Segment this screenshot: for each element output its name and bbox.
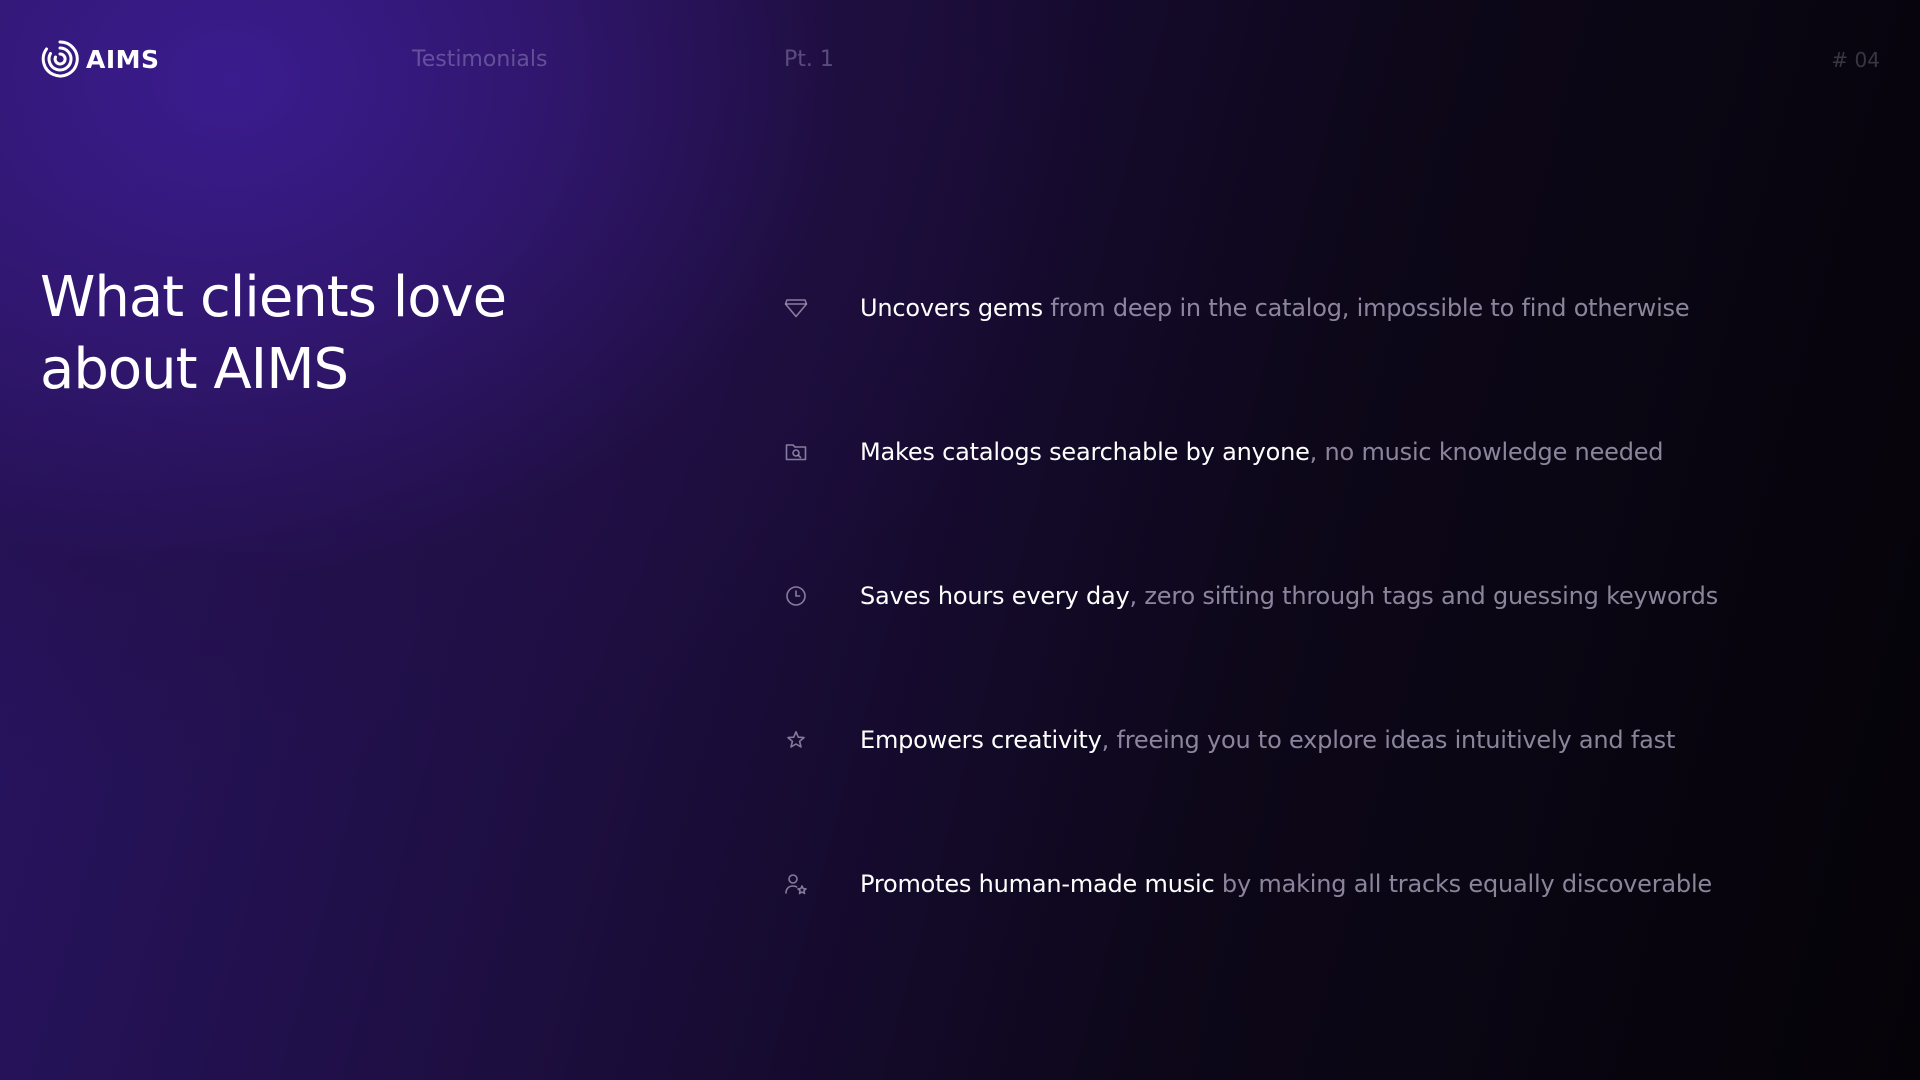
page-number: # 04 — [1831, 48, 1880, 72]
heart-icon — [784, 296, 808, 320]
feature-description: , no music knowledge needed — [1309, 438, 1664, 466]
star-icon — [784, 728, 808, 752]
brand-logo[interactable]: AIMS — [40, 39, 160, 79]
page-title-line-2: about AIMS — [40, 337, 349, 402]
user-star-icon — [784, 872, 808, 896]
section-part: Pt. 1 — [784, 47, 834, 72]
feature-description: by making all tracks equally discoverabl… — [1214, 870, 1712, 898]
folder-search-icon — [784, 440, 808, 464]
feature-item: Makes catalogs searchable by anyone, no … — [784, 426, 1884, 570]
feature-highlight: Uncovers gems — [860, 294, 1043, 322]
feature-description: from deep in the catalog, impossible to … — [1042, 294, 1690, 322]
feature-highlight: Makes catalogs searchable by anyone — [860, 438, 1310, 466]
feature-list: Uncovers gems from deep in the catalog, … — [784, 282, 1884, 1002]
feature-highlight: Promotes human-made music — [860, 870, 1215, 898]
feature-highlight: Empowers creativity — [860, 726, 1102, 754]
brand-name: AIMS — [86, 44, 160, 74]
section-title: Testimonials — [412, 47, 548, 72]
feature-item: Promotes human-made music by making all … — [784, 858, 1884, 1002]
page-title: What clients love about AIMS — [40, 262, 600, 406]
page-title-line-1: What clients love — [40, 265, 507, 330]
clock-icon — [784, 584, 808, 608]
feature-description: , zero sifting through tags and guessing… — [1129, 582, 1719, 610]
feature-item: Empowers creativity, freeing you to expl… — [784, 714, 1884, 858]
feature-highlight: Saves hours every day — [860, 582, 1130, 610]
feature-item: Uncovers gems from deep in the catalog, … — [784, 282, 1884, 426]
aims-logo-icon — [40, 39, 80, 79]
feature-item: Saves hours every day, zero sifting thro… — [784, 570, 1884, 714]
feature-description: , freeing you to explore ideas intuitive… — [1101, 726, 1676, 754]
